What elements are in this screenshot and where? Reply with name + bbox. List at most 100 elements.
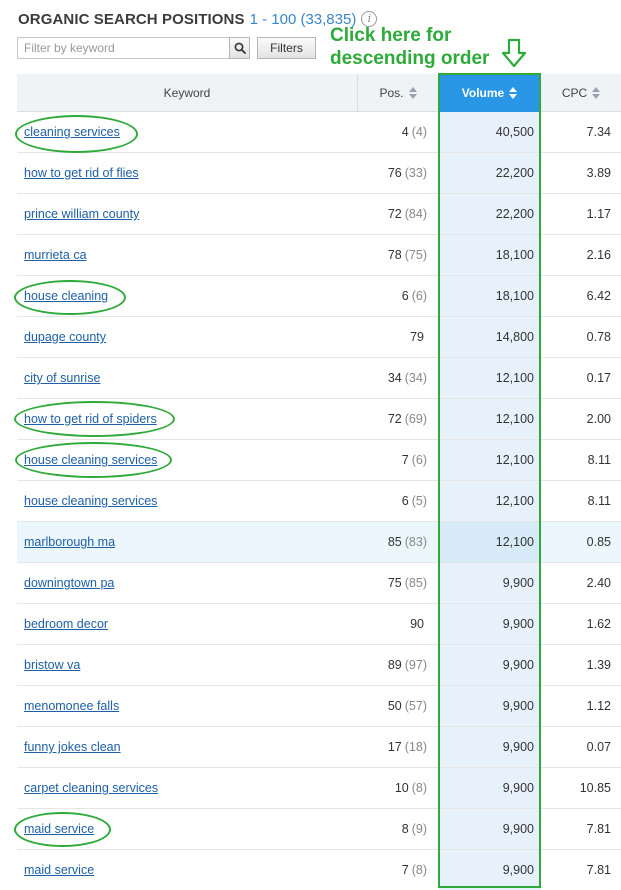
position-value: 72 [387,207,402,221]
keyword-link[interactable]: maid service [24,822,94,836]
table-row[interactable]: murrieta ca 78 (75) 18,100 2.16 [17,235,621,276]
volume-value: 40,500 [495,125,534,139]
filters-button[interactable]: Filters [257,37,316,59]
previous-position: (6) [411,289,427,303]
table-row[interactable]: city of sunrise 34 (34) 12,100 0.17 [17,358,621,399]
keyword-link[interactable]: menomonee falls [24,699,119,713]
position-value: 75 [387,576,402,590]
table-row[interactable]: how to get rid of flies 76 (33) 22,200 3.89 [17,153,621,194]
position-value: 6 [401,289,409,303]
table-row[interactable]: bristow va 89 (97) 9,900 1.39 [17,645,621,686]
keyword-link[interactable]: house cleaning services [24,453,157,467]
position-value: 10 [394,781,409,795]
table-row[interactable]: marlborough ma 85 (83) 12,100 0.85 [17,522,621,563]
cpc-value: 1.62 [586,617,611,631]
volume-value: 14,800 [495,330,534,344]
table-row[interactable]: how to get rid of spiders 72 (69) 12,100 2.0… [17,399,621,440]
volume-value: 22,200 [495,166,534,180]
column-header-pos[interactable]: Pos. [358,74,439,112]
volume-value: 9,900 [502,617,534,631]
column-header-cpc[interactable]: CPC [541,74,621,112]
cpc-cell: 7.81 [541,850,621,890]
cpc-cell: 2.16 [541,235,621,275]
cpc-cell: 1.39 [541,645,621,685]
volume-cell: 9,900 [439,768,541,808]
keyword-link[interactable]: house cleaning [24,289,108,303]
keyword-link[interactable]: marlborough ma [24,535,115,549]
volume-value: 9,900 [502,576,534,590]
volume-cell: 12,100 [439,440,541,480]
volume-value: 12,100 [495,535,534,549]
position-value: 17 [387,740,402,754]
keyword-link[interactable]: how to get rid of flies [24,166,139,180]
cpc-cell: 0.17 [541,358,621,398]
volume-cell: 12,100 [439,522,541,562]
position-value: 78 [387,248,402,262]
search-button[interactable] [229,37,250,59]
table-row[interactable]: cleaning services 4 (4) 40,500 7.34 [17,112,621,153]
keyword-cell: dupage county [17,317,358,357]
table-row[interactable]: funny jokes clean 17 (18) 9,900 0.07 [17,727,621,768]
volume-cell: 9,900 [439,850,541,890]
keyword-link[interactable]: bedroom decor [24,617,108,631]
keyword-cell: bristow va [17,645,358,685]
filter-keyword-input[interactable] [17,37,229,59]
previous-position: (8) [411,863,427,877]
table-row[interactable]: house cleaning services 7 (6) 12,100 8.11 [17,440,621,481]
previous-position: (84) [404,207,427,221]
table-row[interactable]: house cleaning services 6 (5) 12,100 8.11 [17,481,621,522]
cpc-value: 0.17 [586,371,611,385]
table-row[interactable]: maid service 7 (8) 9,900 7.81 [17,850,621,890]
cpc-cell: 7.81 [541,809,621,849]
column-label: CPC [561,86,588,100]
table-row[interactable]: house cleaning 6 (6) 18,100 6.42 [17,276,621,317]
position-cell: 79 [358,317,439,357]
volume-cell: 9,900 [439,645,541,685]
position-cell: 34 (34) [358,358,439,398]
cpc-cell: 1.12 [541,686,621,726]
table-row[interactable]: menomonee falls 50 (57) 9,900 1.12 [17,686,621,727]
volume-value: 9,900 [502,863,534,877]
keyword-link[interactable]: carpet cleaning services [24,781,158,795]
position-cell: 76 (33) [358,153,439,193]
volume-cell: 12,100 [439,358,541,398]
keyword-cell: maid service [17,850,358,890]
volume-value: 18,100 [495,248,534,262]
table-row[interactable]: bedroom decor 90 9,900 1.62 [17,604,621,645]
table-row[interactable]: maid service 8 (9) 9,900 7.81 [17,809,621,850]
keyword-link[interactable]: city of sunrise [24,371,100,385]
keyword-link[interactable]: cleaning services [24,125,120,139]
keyword-link[interactable]: dupage county [24,330,106,344]
keyword-link[interactable]: funny jokes clean [24,740,121,754]
previous-position: (9) [411,822,427,836]
position-value: 6 [401,494,409,508]
table-row[interactable]: carpet cleaning services 10 (8) 9,900 10.85 [17,768,621,809]
keyword-link[interactable]: downingtown pa [24,576,114,590]
keyword-cell: how to get rid of flies [17,153,358,193]
keyword-cell: cleaning services [17,112,358,152]
column-header-volume[interactable]: Volume [439,74,541,112]
keyword-cell: house cleaning services [17,440,358,480]
page-title: ORGANIC SEARCH POSITIONS [18,10,245,28]
volume-cell: 18,100 [439,276,541,316]
keyword-link[interactable]: bristow va [24,658,80,672]
cpc-value: 2.16 [586,248,611,262]
keyword-link[interactable]: maid service [24,863,94,877]
volume-cell: 22,200 [439,153,541,193]
position-cell: 4 (4) [358,112,439,152]
keyword-link[interactable]: house cleaning services [24,494,157,508]
keyword-link[interactable]: murrieta ca [24,248,87,262]
keyword-link[interactable]: prince william county [24,207,139,221]
cpc-value: 3.89 [586,166,611,180]
keyword-link[interactable]: how to get rid of spiders [24,412,157,426]
table-row[interactable]: dupage county 79 14,800 0.78 [17,317,621,358]
column-header-keyword[interactable]: Keyword [17,74,358,112]
cpc-value: 2.00 [586,412,611,426]
cpc-value: 7.81 [586,822,611,836]
table-row[interactable]: prince william county 72 (84) 22,200 1.17 [17,194,621,235]
volume-value: 9,900 [502,822,534,836]
cpc-value: 10.85 [579,781,611,795]
volume-value: 9,900 [502,740,534,754]
cpc-value: 1.12 [586,699,611,713]
table-row[interactable]: downingtown pa 75 (85) 9,900 2.40 [17,563,621,604]
